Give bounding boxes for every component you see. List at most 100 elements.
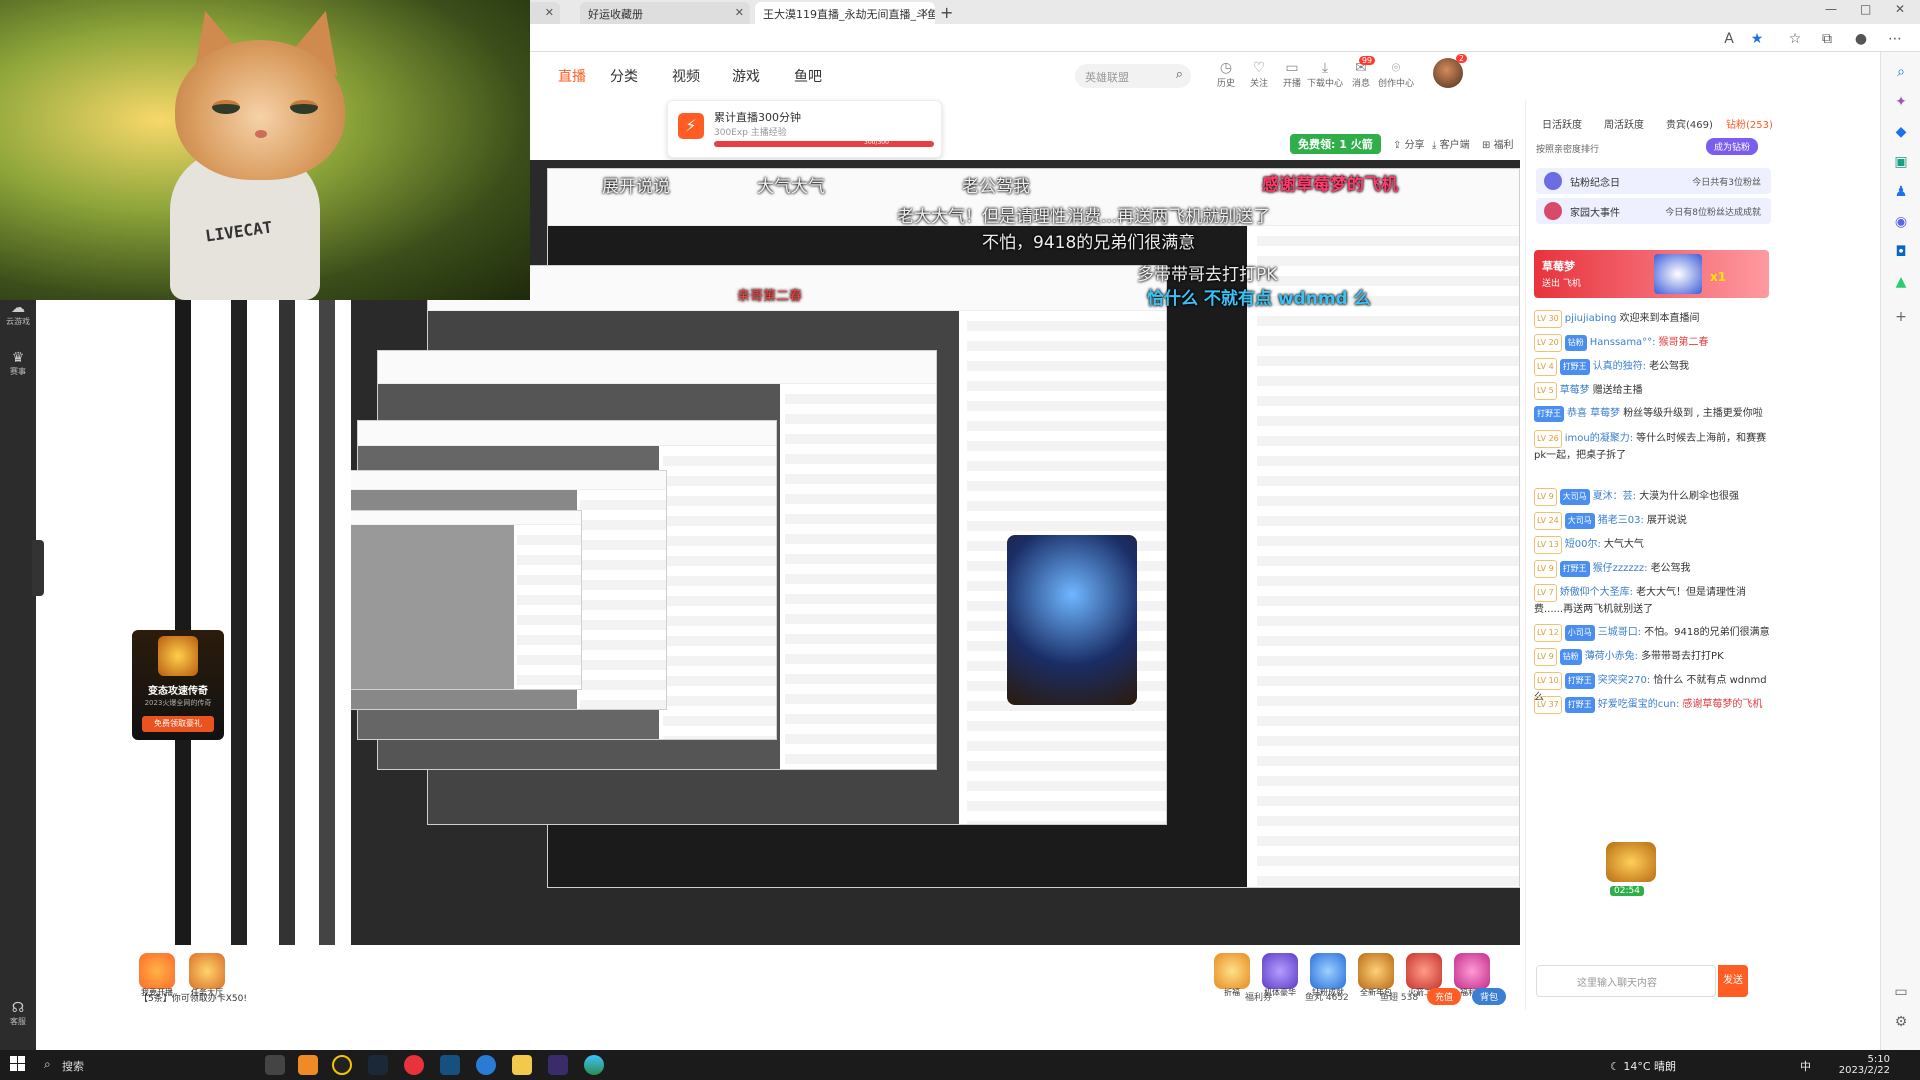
- app-icon[interactable]: [512, 1055, 532, 1075]
- nav-fishbar[interactable]: 鱼吧: [794, 66, 822, 86]
- sidebar-toggle-icon[interactable]: ▭: [1891, 982, 1911, 1002]
- favorite-star-icon[interactable]: ★: [1748, 30, 1766, 48]
- nav-category[interactable]: 分类: [610, 66, 638, 86]
- promo-claim-button[interactable]: 免费领取豪礼: [142, 716, 214, 732]
- chat-username[interactable]: 猴仔zzzzzz:: [1593, 563, 1648, 574]
- event-row[interactable]: 钻粉纪念日 今日共有3位粉丝: [1536, 168, 1771, 194]
- taskbar-search[interactable]: ⌕ 搜索: [40, 1055, 240, 1075]
- nav-video[interactable]: 视频: [672, 66, 700, 86]
- follow-button[interactable]: ♡ 关注: [1241, 60, 1277, 89]
- download-button[interactable]: ⤓ 下载中心: [1307, 60, 1343, 89]
- backpack-button[interactable]: 背包: [1472, 988, 1507, 1005]
- creator-button[interactable]: ⌾ 创作中心: [1378, 60, 1414, 89]
- welfare-coupon[interactable]: 福利券: [1245, 990, 1272, 1003]
- more-menu-icon[interactable]: ⋯: [1886, 30, 1904, 48]
- chat-input[interactable]: 这里输入聊天内容: [1536, 965, 1716, 997]
- games-icon[interactable]: ◉: [1891, 212, 1911, 232]
- chat-username[interactable]: pjiujiabing: [1565, 313, 1617, 324]
- chat-username[interactable]: Hanssama°°:: [1590, 337, 1656, 348]
- tag-icon[interactable]: ◆: [1891, 122, 1911, 142]
- minimize-button[interactable]: —: [1825, 2, 1837, 16]
- gift-item-icon[interactable]: [1214, 953, 1250, 989]
- chat-username[interactable]: 短00尔:: [1565, 539, 1601, 550]
- steam-icon[interactable]: [440, 1055, 460, 1075]
- gift-item-icon[interactable]: [1358, 953, 1394, 989]
- nav-live[interactable]: 直播: [558, 66, 586, 86]
- task-hall-icon[interactable]: [189, 953, 225, 989]
- recharge-button[interactable]: 充值: [1427, 988, 1462, 1005]
- treasure-chest-icon[interactable]: [1606, 842, 1656, 882]
- promo-card[interactable]: 变态攻速传奇 2023火爆全网的传奇 免费领取豪礼: [132, 630, 224, 740]
- close-icon[interactable]: ✕: [735, 6, 744, 19]
- app-icon[interactable]: [548, 1055, 568, 1075]
- trophy-button[interactable]: ♛ 赛事: [2, 350, 34, 377]
- start-live-button[interactable]: ▭ 开播: [1274, 60, 1310, 89]
- add-icon[interactable]: +: [1891, 307, 1911, 327]
- app-icon[interactable]: [404, 1055, 424, 1075]
- briefcase-icon[interactable]: ▣: [1891, 152, 1911, 172]
- gift-item-icon[interactable]: [1310, 953, 1346, 989]
- send-button[interactable]: 发送: [1718, 965, 1748, 997]
- chat-username[interactable]: 娇傲仰个大圣库:: [1560, 587, 1633, 598]
- close-icon[interactable]: ✕: [545, 6, 554, 19]
- rank-tab[interactable]: 日活跃度: [1542, 116, 1582, 131]
- windows-start-icon[interactable]: [10, 1056, 26, 1072]
- search-icon[interactable]: ⌕: [1891, 62, 1911, 82]
- ime-indicator[interactable]: 中: [1800, 1058, 1811, 1074]
- nav-game[interactable]: 游戏: [732, 66, 760, 86]
- client-button[interactable]: ⤓ 客户端: [1432, 136, 1470, 151]
- chat-username[interactable]: 草莓梦: [1560, 385, 1590, 396]
- search-input[interactable]: 英雄联盟 ⌕: [1075, 64, 1191, 88]
- read-aloud-icon[interactable]: A: [1720, 30, 1738, 48]
- message-button[interactable]: ✉ 消息 99: [1343, 56, 1379, 89]
- new-tab-button[interactable]: +: [940, 3, 953, 22]
- gift-item-icon[interactable]: [1454, 953, 1490, 989]
- profile-icon[interactable]: ●: [1852, 30, 1870, 48]
- event-row[interactable]: 家园大事件 今日有8位粉丝达成成就: [1536, 198, 1771, 224]
- tab-douyu-stream[interactable]: 王大漠119直播_永劫无间直播_斗鱼 ✕: [755, 2, 935, 24]
- gift-item-icon[interactable]: [1406, 953, 1442, 989]
- rank-tab[interactable]: 贵宾(469): [1666, 116, 1713, 131]
- tab-collection[interactable]: 好运收藏册 ✕: [580, 2, 750, 24]
- welfare-button[interactable]: ⊞ 福利: [1482, 136, 1514, 151]
- chat-username[interactable]: 恭喜 草莓梦: [1567, 408, 1620, 419]
- share-button[interactable]: ⇪ 分享: [1393, 136, 1425, 151]
- collapse-handle[interactable]: [32, 540, 44, 596]
- obs-icon[interactable]: [332, 1055, 352, 1075]
- chat-username[interactable]: 认真的独符:: [1593, 361, 1646, 372]
- free-rocket-button[interactable]: 免费领: 1 火箭: [1290, 134, 1381, 154]
- sparkle-icon[interactable]: ✦: [1891, 92, 1911, 112]
- start-live-gift-icon[interactable]: [139, 953, 175, 989]
- search-icon[interactable]: ⌕: [1176, 67, 1183, 82]
- chat-username[interactable]: imou的凝聚力:: [1565, 433, 1633, 444]
- chat-username[interactable]: 夏沐：芸:: [1593, 491, 1636, 502]
- tree-icon[interactable]: ▲: [1891, 272, 1911, 292]
- chat-username[interactable]: 好爱吃蛋宝的cun:: [1598, 699, 1680, 710]
- gift-item-icon[interactable]: [1262, 953, 1298, 989]
- outlook-icon[interactable]: ◘: [1891, 242, 1911, 262]
- avatar[interactable]: 2: [1433, 54, 1467, 88]
- maximize-button[interactable]: □: [1860, 2, 1871, 16]
- app-icon[interactable]: [298, 1055, 318, 1075]
- collections-icon[interactable]: ⧉: [1818, 30, 1836, 48]
- people-icon[interactable]: ♟: [1891, 182, 1911, 202]
- cloud-game-button[interactable]: ☁ 云游戏: [2, 300, 34, 327]
- support-button[interactable]: ☊ 客服: [2, 1000, 34, 1027]
- close-icon[interactable]: ✕: [920, 6, 929, 19]
- task-view-icon[interactable]: [265, 1055, 285, 1075]
- chat-username[interactable]: 猪老三03:: [1598, 515, 1644, 526]
- become-fan-button[interactable]: 成为钻粉: [1706, 138, 1759, 155]
- favorites-icon[interactable]: ☆: [1786, 30, 1804, 48]
- settings-icon[interactable]: ⚙: [1891, 1012, 1911, 1032]
- chat-username[interactable]: 三城哥口:: [1598, 627, 1641, 638]
- close-window-button[interactable]: ✕: [1895, 2, 1905, 16]
- chat-username[interactable]: 突突突270:: [1598, 675, 1650, 686]
- weather-widget[interactable]: ☾ 14°C 晴朗: [1610, 1058, 1676, 1074]
- rank-tab[interactable]: 钻粉(253): [1726, 116, 1773, 131]
- steam-icon[interactable]: [368, 1055, 388, 1075]
- rank-tab[interactable]: 周活跃度: [1604, 116, 1644, 131]
- history-button[interactable]: ◷ 历史: [1208, 60, 1244, 89]
- chat-username[interactable]: 薄荷小赤兔:: [1585, 651, 1638, 662]
- system-clock[interactable]: 5:10 2023/2/22: [1839, 1054, 1890, 1076]
- edge-icon[interactable]: [584, 1055, 604, 1075]
